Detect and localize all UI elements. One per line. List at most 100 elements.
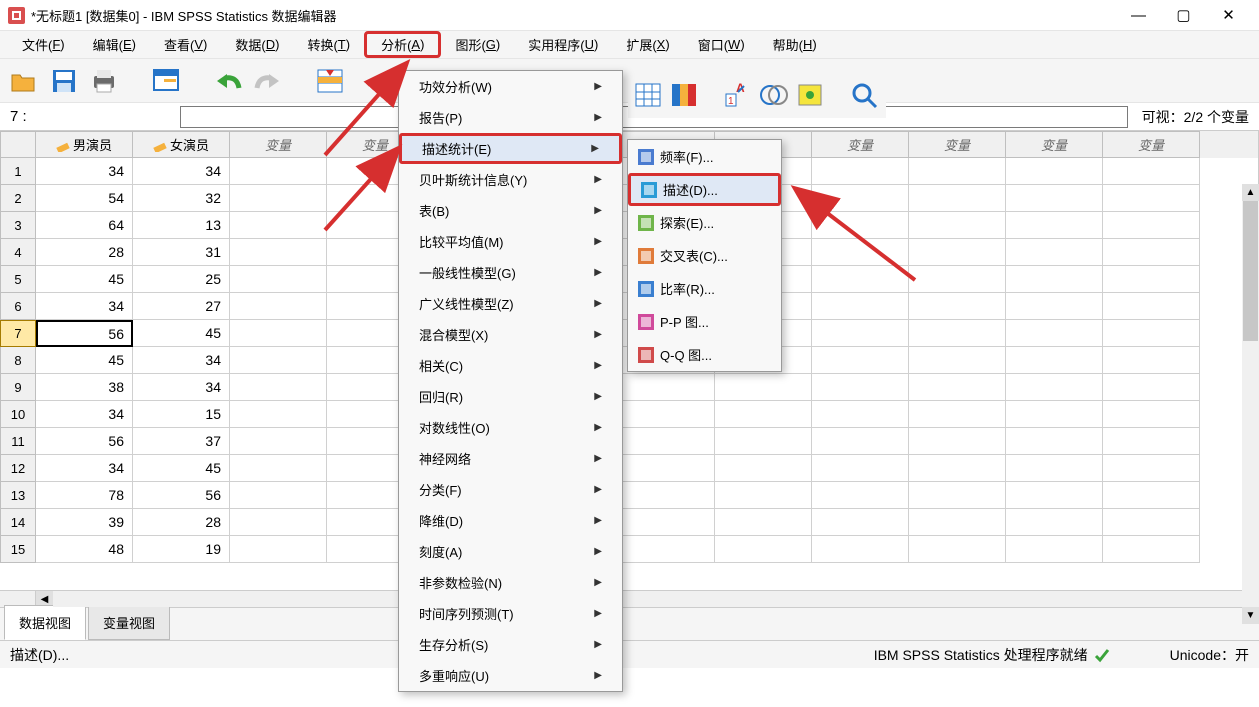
cell[interactable]: [1103, 266, 1200, 293]
cell[interactable]: 45: [133, 320, 230, 347]
row-header[interactable]: 10: [0, 401, 36, 428]
cell[interactable]: [812, 239, 909, 266]
cell[interactable]: 34: [36, 455, 133, 482]
column-header[interactable]: 男演员: [36, 131, 133, 158]
cell[interactable]: 32: [133, 185, 230, 212]
menu-item[interactable]: 降维(D)▶: [399, 505, 622, 536]
cell[interactable]: [812, 455, 909, 482]
cell[interactable]: [812, 212, 909, 239]
cell[interactable]: [812, 509, 909, 536]
insert-cases-icon[interactable]: [634, 82, 662, 111]
menu-item[interactable]: 刻度(A)▶: [399, 536, 622, 567]
menu-w[interactable]: 窗口(W): [684, 31, 759, 58]
cell[interactable]: [1006, 509, 1103, 536]
cell[interactable]: 34: [36, 401, 133, 428]
cell[interactable]: [1006, 293, 1103, 320]
cell[interactable]: [909, 266, 1006, 293]
cell[interactable]: [909, 158, 1006, 185]
cell[interactable]: 78: [36, 482, 133, 509]
menu-a[interactable]: 分析(A): [364, 31, 441, 58]
cell[interactable]: [230, 536, 327, 563]
cell[interactable]: [1006, 212, 1103, 239]
cell[interactable]: [715, 428, 812, 455]
menu-item[interactable]: 对数线性(O)▶: [399, 412, 622, 443]
cell[interactable]: [1103, 347, 1200, 374]
cell[interactable]: [812, 293, 909, 320]
cell[interactable]: [1103, 455, 1200, 482]
menu-h[interactable]: 帮助(H): [759, 31, 831, 58]
tab-data-view[interactable]: 数据视图: [4, 605, 86, 640]
row-header[interactable]: 2: [0, 185, 36, 212]
row-header[interactable]: 8: [0, 347, 36, 374]
save-icon[interactable]: [48, 65, 80, 97]
scroll-thumb[interactable]: [1243, 201, 1258, 341]
cell[interactable]: [812, 428, 909, 455]
menu-item[interactable]: 回归(R)▶: [399, 381, 622, 412]
vertical-scrollbar[interactable]: ▲ ▼: [1242, 184, 1259, 624]
submenu-item[interactable]: 比率(R)...: [628, 272, 781, 305]
find-icon[interactable]: [850, 81, 880, 112]
maximize-button[interactable]: ▢: [1161, 1, 1206, 29]
menu-item[interactable]: 相关(C)▶: [399, 350, 622, 381]
show-all-icon[interactable]: [796, 82, 824, 111]
cell[interactable]: [230, 239, 327, 266]
cell[interactable]: [1103, 482, 1200, 509]
cell[interactable]: [1006, 482, 1103, 509]
cell[interactable]: [618, 455, 715, 482]
cell[interactable]: 34: [36, 293, 133, 320]
cell[interactable]: [618, 536, 715, 563]
cell[interactable]: [909, 536, 1006, 563]
cell[interactable]: 28: [36, 239, 133, 266]
cell[interactable]: [1103, 239, 1200, 266]
menu-v[interactable]: 查看(V): [150, 31, 221, 58]
cell[interactable]: [909, 401, 1006, 428]
cell[interactable]: [909, 347, 1006, 374]
cell[interactable]: [230, 293, 327, 320]
menu-item[interactable]: 分类(F)▶: [399, 474, 622, 505]
cell[interactable]: [230, 320, 327, 347]
cell[interactable]: [230, 374, 327, 401]
menu-item[interactable]: 一般线性模型(G)▶: [399, 257, 622, 288]
column-header[interactable]: 变量: [230, 131, 327, 158]
cell[interactable]: [1006, 347, 1103, 374]
cell[interactable]: 48: [36, 536, 133, 563]
cell[interactable]: [715, 455, 812, 482]
row-header[interactable]: 3: [0, 212, 36, 239]
menu-item[interactable]: 广义线性模型(Z)▶: [399, 288, 622, 319]
submenu-item[interactable]: 交叉表(C)...: [628, 239, 781, 272]
cell[interactable]: [230, 428, 327, 455]
cell[interactable]: 31: [133, 239, 230, 266]
cell[interactable]: [230, 185, 327, 212]
cell[interactable]: 56: [36, 428, 133, 455]
submenu-item[interactable]: Q-Q 图...: [628, 338, 781, 371]
cell[interactable]: [715, 509, 812, 536]
cell[interactable]: [812, 266, 909, 293]
row-header[interactable]: 11: [0, 428, 36, 455]
cell[interactable]: 15: [133, 401, 230, 428]
cell[interactable]: [909, 509, 1006, 536]
menu-item[interactable]: 神经网络▶: [399, 443, 622, 474]
cell[interactable]: 25: [133, 266, 230, 293]
cell[interactable]: [1103, 536, 1200, 563]
submenu-item[interactable]: 探索(E)...: [628, 206, 781, 239]
cell[interactable]: [230, 212, 327, 239]
cell[interactable]: [618, 428, 715, 455]
row-header[interactable]: 1: [0, 158, 36, 185]
cell[interactable]: [909, 482, 1006, 509]
cell[interactable]: 37: [133, 428, 230, 455]
cell[interactable]: [909, 293, 1006, 320]
close-button[interactable]: ✕: [1206, 1, 1251, 29]
row-header[interactable]: 6: [0, 293, 36, 320]
row-header[interactable]: 7: [0, 320, 36, 347]
menu-t[interactable]: 转换(T): [293, 31, 364, 58]
cell[interactable]: 39: [36, 509, 133, 536]
column-header[interactable]: 变量: [812, 131, 909, 158]
recall-dialog-icon[interactable]: [150, 65, 182, 97]
cell[interactable]: [1103, 374, 1200, 401]
cell[interactable]: [1103, 158, 1200, 185]
cell[interactable]: 56: [36, 320, 133, 347]
goto-case-icon[interactable]: [314, 65, 346, 97]
cell[interactable]: [909, 212, 1006, 239]
cell[interactable]: [618, 401, 715, 428]
row-header[interactable]: 12: [0, 455, 36, 482]
